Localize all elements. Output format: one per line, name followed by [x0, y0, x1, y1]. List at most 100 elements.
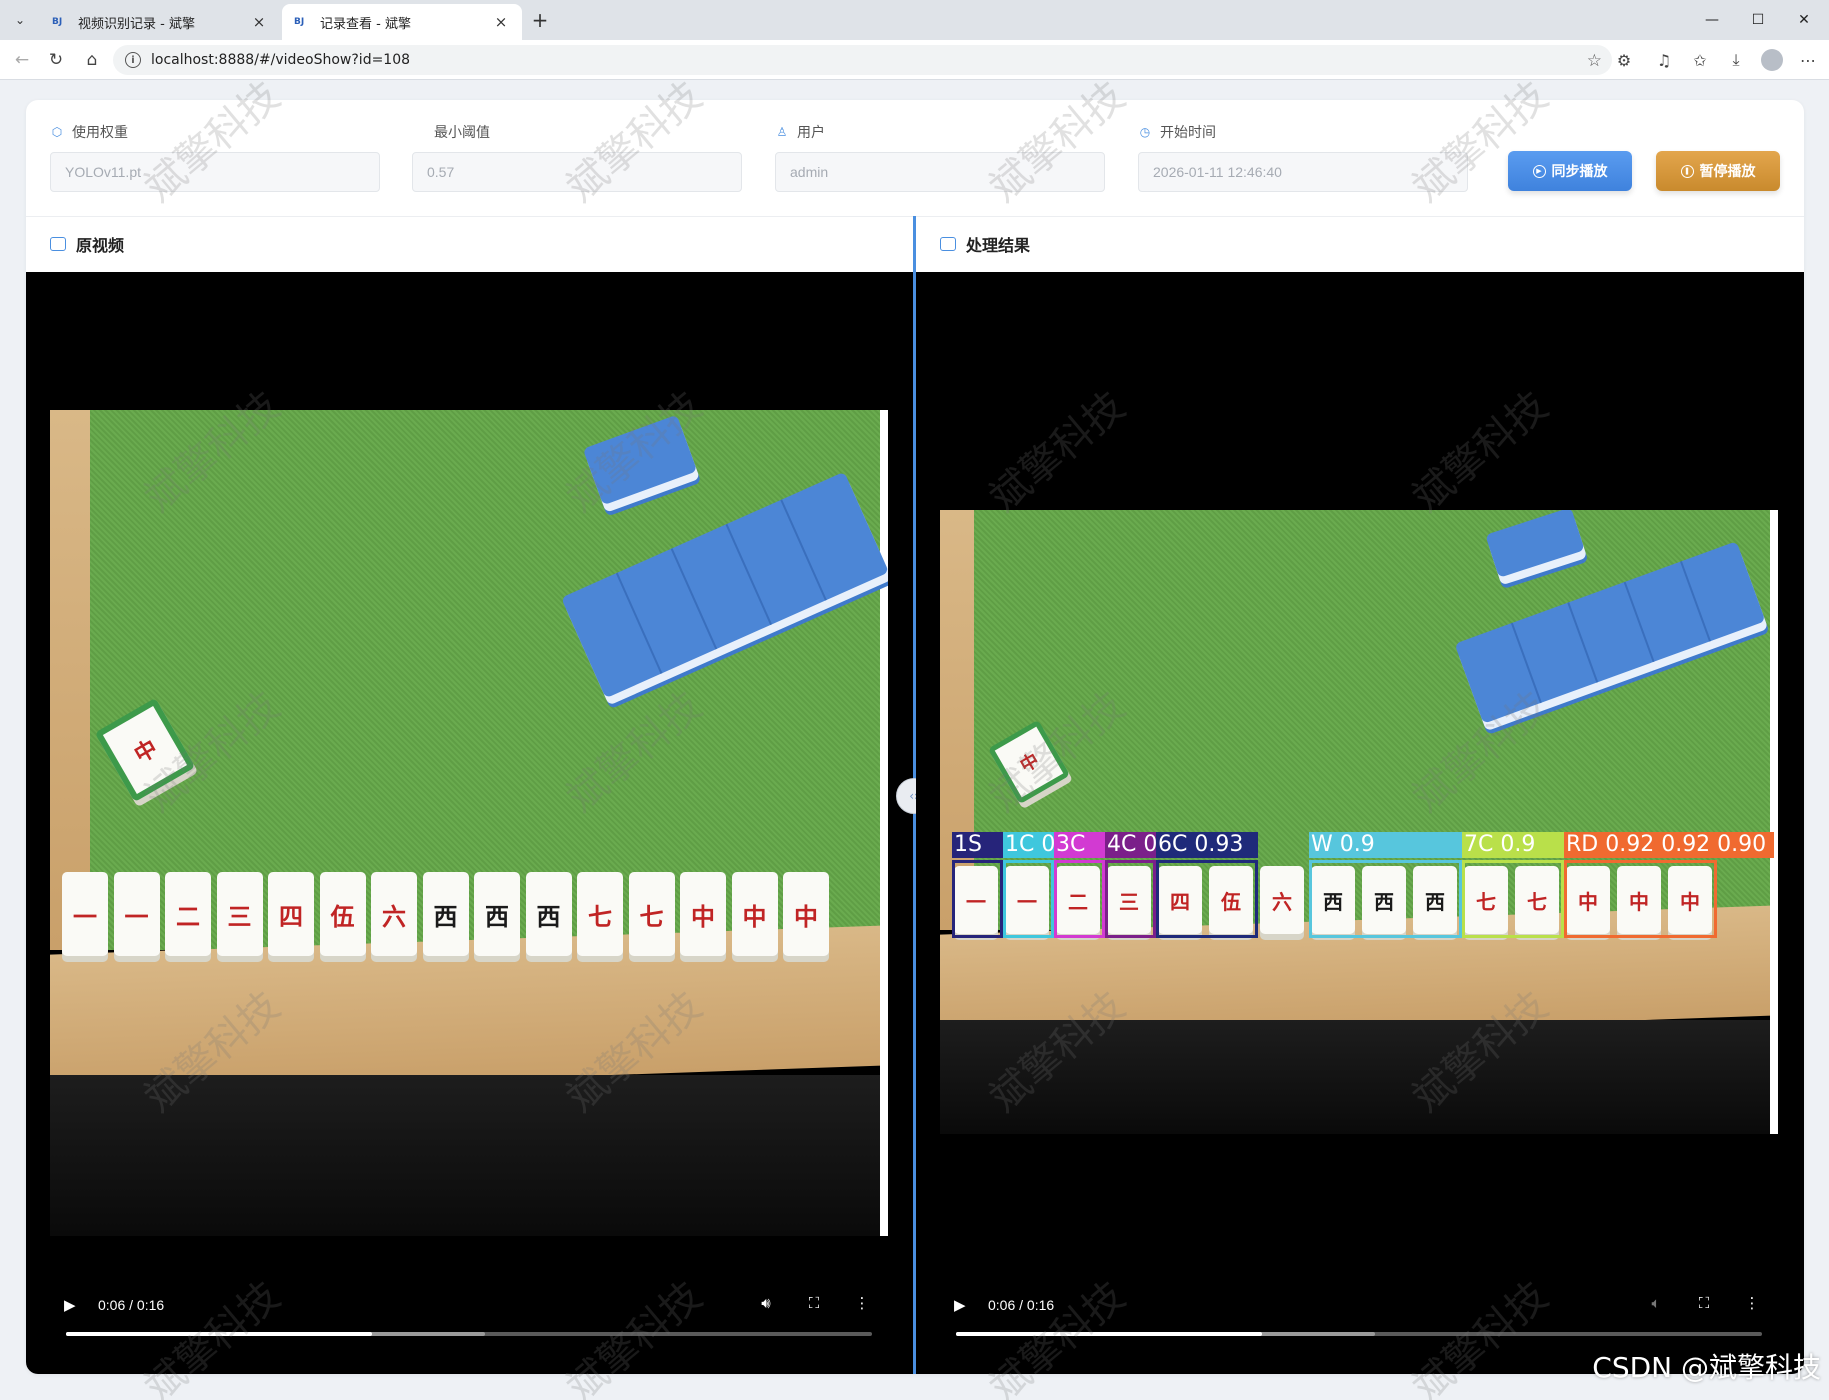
record-view-page: ⬡ 使用权重 YOLOv11.pt 最小阈值 0.57 ♙ 用户 admin ◷ 开始…	[26, 100, 1804, 1374]
user-label: 用户	[797, 125, 825, 141]
detection-box	[952, 860, 1003, 938]
result-video-title: 处理结果	[966, 236, 1031, 255]
media-icon[interactable]: ♫	[1650, 46, 1678, 74]
play-circle-icon: ▶	[1532, 164, 1546, 178]
original-video-player[interactable]: 中 一一二三四伍六西西西七七中中中 ▶ 0:06 / 0:16 🔊︎ ⛶ ⋮	[26, 272, 913, 1374]
close-icon[interactable]: ×	[492, 13, 510, 31]
new-tab-button[interactable]: +	[528, 8, 552, 32]
weight-input: YOLOv11.pt	[50, 152, 380, 192]
cube-icon: ⬡	[51, 125, 63, 139]
detection-box	[1309, 860, 1462, 938]
close-icon[interactable]: ×	[250, 13, 268, 31]
tab-title: 记录查看 - 斌擎	[320, 16, 411, 32]
tab-list-button[interactable]: ⌄	[6, 7, 34, 33]
mahjong-tile: 七	[577, 872, 623, 956]
tab-bar: ⌄ BJ 视频识别记录 - 斌擎 × BJ 记录查看 - 斌擎 × + — ☐ …	[0, 0, 1829, 40]
site-info-icon[interactable]: i	[125, 52, 141, 68]
user-icon: ♙	[776, 125, 788, 139]
mahjong-tile: 四	[268, 872, 314, 956]
favicon-icon: BJ	[294, 17, 305, 27]
mahjong-tile: 二	[165, 872, 211, 956]
home-icon[interactable]: ⌂	[78, 46, 106, 74]
result-video-frame: 中 一一二三四伍六西西西七七中中中 1S1C 0.923C4C 0.946C 0…	[940, 510, 1778, 1134]
monitor-icon	[940, 237, 956, 251]
maximize-icon[interactable]: ☐	[1735, 0, 1781, 40]
mahjong-tile: 一	[62, 872, 108, 956]
detection-box	[1003, 860, 1054, 938]
tab-video-records[interactable]: BJ 视频识别记录 - 斌擎 ×	[40, 4, 280, 40]
weight-label: 使用权重	[72, 125, 128, 141]
more-menu-icon[interactable]: ⋯	[1794, 46, 1822, 74]
seek-bar[interactable]	[956, 1332, 1762, 1336]
mahjong-tile: 六	[1260, 866, 1304, 934]
mahjong-tile: 西	[422, 872, 469, 956]
seek-bar[interactable]	[66, 1332, 872, 1336]
mahjong-tile: 西	[525, 872, 572, 956]
detection-box	[1564, 860, 1717, 938]
play-icon[interactable]: ▶	[954, 1296, 972, 1314]
reload-icon[interactable]: ↻	[42, 46, 70, 74]
download-icon[interactable]: ⤓	[1722, 46, 1750, 74]
video-camera-icon	[50, 237, 66, 251]
start-time-field: ◷ 开始时间 2026-01-11 12:46:40	[1138, 122, 1484, 192]
avatar	[1761, 49, 1783, 71]
minimize-icon[interactable]: —	[1689, 0, 1735, 40]
detection-box	[1105, 860, 1156, 938]
mahjong-tile: 七	[628, 872, 675, 956]
close-window-icon[interactable]: ✕	[1781, 0, 1827, 40]
address-bar: ← ↻ ⌂ i localhost:8888/#/videoShow?id=10…	[0, 40, 1829, 80]
url-field[interactable]: i localhost:8888/#/videoShow?id=108 ☆	[113, 45, 1612, 75]
mahjong-tile: 伍	[319, 872, 366, 956]
detection-label: 6C 0.93	[1156, 832, 1258, 858]
more-options-icon[interactable]: ⋮	[1742, 1294, 1762, 1312]
start-time-label: 开始时间	[1160, 125, 1216, 141]
favorites-icon[interactable]: ✩	[1686, 46, 1714, 74]
original-video-title: 原视频	[76, 236, 125, 255]
played-bar	[66, 1332, 373, 1336]
detection-box	[1054, 860, 1105, 938]
mahjong-tile: 三	[216, 872, 263, 956]
more-options-icon[interactable]: ⋮	[852, 1294, 872, 1312]
muted-volume-icon[interactable]: 🔈︎	[1646, 1294, 1666, 1312]
time-display: 0:06 / 0:16	[98, 1297, 165, 1313]
favicon-icon: BJ	[52, 17, 63, 27]
volume-icon[interactable]: 🔊︎	[756, 1294, 776, 1312]
extensions-icon[interactable]: ⚙	[1610, 46, 1638, 74]
mahjong-tile: 一	[113, 872, 160, 956]
play-icon[interactable]: ▶	[64, 1296, 82, 1314]
url-text: localhost:8888/#/videoShow?id=108	[151, 52, 411, 68]
back-icon[interactable]: ←	[8, 46, 36, 74]
detection-label: 1C 0.92	[1003, 832, 1054, 858]
detection-label: W 0.9	[1309, 832, 1462, 858]
mahjong-tile: 中	[680, 872, 726, 956]
weight-field: ⬡ 使用权重 YOLOv11.pt	[50, 122, 396, 192]
footer-credit: CSDN @斌擎科技	[1592, 1351, 1821, 1384]
sync-play-button[interactable]: ▶ 同步播放	[1508, 151, 1632, 191]
tab-record-view[interactable]: BJ 记录查看 - 斌擎 ×	[282, 4, 522, 40]
detection-label: 3C	[1054, 832, 1105, 858]
fullscreen-icon[interactable]: ⛶	[804, 1294, 824, 1312]
mahjong-tile: 六	[371, 872, 417, 956]
original-video-frame: 中 一一二三四伍六西西西七七中中中	[50, 410, 888, 1236]
detection-label: 7C 0.9	[1462, 832, 1564, 858]
clock-icon: ◷	[1139, 125, 1151, 139]
detection-box	[1156, 860, 1258, 938]
pause-play-button[interactable]: ❚ 暂停播放	[1656, 151, 1780, 191]
original-video-controls: ▶ 0:06 / 0:16 🔊︎ ⛶ ⋮	[26, 1278, 913, 1374]
result-video-header: 处理结果	[940, 216, 1030, 272]
detection-box	[1462, 860, 1564, 938]
start-time-input: 2026-01-11 12:46:40	[1138, 152, 1468, 192]
bookmark-star-icon[interactable]: ☆	[1587, 51, 1602, 71]
user-field: ♙ 用户 admin	[775, 122, 1121, 192]
tab-title: 视频识别记录 - 斌擎	[78, 16, 195, 32]
fullscreen-icon[interactable]: ⛶	[1694, 1294, 1714, 1312]
threshold-input: 0.57	[412, 152, 742, 192]
mahjong-tile: 中	[783, 872, 829, 956]
chevron-down-icon: ⌄	[14, 13, 26, 27]
result-video-player[interactable]: 中 一一二三四伍六西西西七七中中中 1S1C 0.923C4C 0.946C 0…	[916, 272, 1804, 1374]
detection-label: 4C 0.94	[1105, 832, 1156, 858]
time-display: 0:06 / 0:16	[988, 1297, 1055, 1313]
played-bar	[956, 1332, 1263, 1336]
pause-circle-icon: ❚	[1680, 164, 1694, 178]
profile-icon[interactable]	[1758, 46, 1786, 74]
